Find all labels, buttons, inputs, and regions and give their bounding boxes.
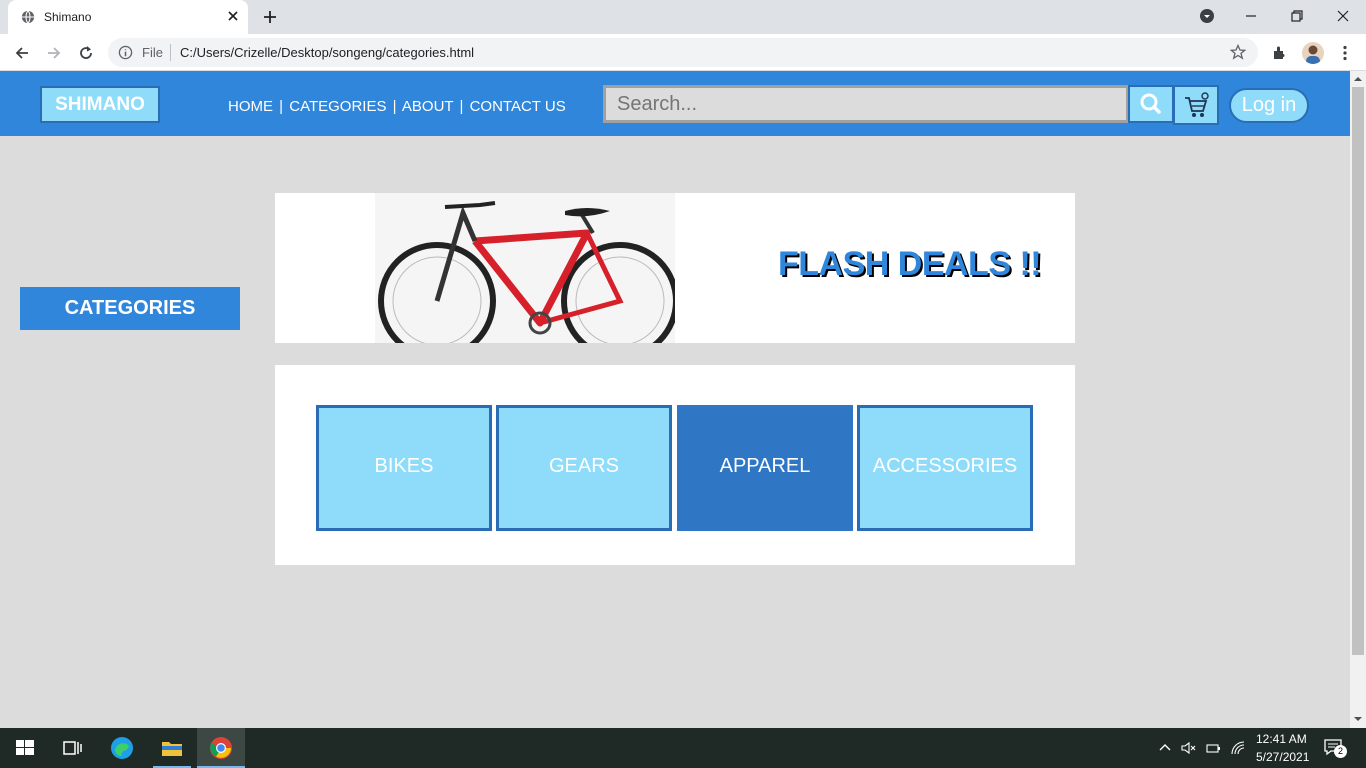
search-input[interactable] — [603, 85, 1129, 123]
battery-icon[interactable] — [1205, 740, 1221, 756]
reload-icon[interactable] — [77, 44, 95, 62]
windows-taskbar: 12:41 AM 5/27/2021 2 — [0, 728, 1366, 768]
url-scheme: File — [142, 45, 163, 60]
main-nav: HOME | CATEGORIES | ABOUT | CONTACT US — [228, 98, 566, 115]
url-text[interactable]: C:/Users/Crizelle/Desktop/songeng/catego… — [180, 45, 474, 60]
site-header: SHIMANO HOME | CATEGORIES | ABOUT | CONT… — [0, 71, 1350, 136]
forward-icon[interactable] — [45, 44, 63, 62]
close-tab-icon[interactable] — [226, 9, 240, 23]
categories-heading: CATEGORIES — [20, 287, 240, 330]
info-icon[interactable] — [118, 45, 133, 60]
file-explorer-icon[interactable] — [160, 736, 184, 760]
category-accessories[interactable]: ACCESSORIES — [857, 405, 1033, 531]
chrome-taskbar-button[interactable] — [197, 728, 245, 768]
scroll-up-icon[interactable] — [1353, 74, 1363, 84]
edge-browser-icon[interactable] — [110, 736, 134, 760]
extensions-icon[interactable] — [1271, 44, 1289, 62]
nav-home[interactable]: HOME — [228, 98, 273, 115]
search-button[interactable] — [1128, 85, 1174, 123]
tab-title: Shimano — [44, 10, 92, 24]
user-icon — [1306, 45, 1320, 64]
browser-tab-strip: Shimano — [0, 0, 1366, 34]
flash-deals-banner: FLASH DEALS !! — [275, 193, 1075, 343]
task-view-icon[interactable] — [60, 736, 84, 760]
action-center-button[interactable]: 2 — [1323, 738, 1347, 760]
browser-tab[interactable]: Shimano — [8, 0, 248, 34]
chrome-icon — [210, 737, 232, 759]
browser-toolbar: File C:/Users/Crizelle/Desktop/songeng/c… — [0, 34, 1366, 71]
category-gears[interactable]: GEARS — [496, 405, 672, 531]
page-viewport: SHIMANO HOME | CATEGORIES | ABOUT | CONT… — [0, 71, 1350, 728]
login-button[interactable]: Log in — [1229, 88, 1309, 123]
search-icon — [1140, 93, 1161, 114]
address-bar[interactable]: File C:/Users/Crizelle/Desktop/songeng/c… — [108, 38, 1258, 67]
scroll-down-icon[interactable] — [1353, 714, 1363, 724]
volume-muted-icon[interactable] — [1180, 740, 1196, 756]
clock-date[interactable]: 5/27/2021 — [1256, 750, 1309, 764]
restore-icon[interactable] — [1289, 8, 1305, 24]
flash-deals-text: FLASH DEALS !! — [778, 245, 1042, 283]
new-tab-icon[interactable] — [262, 9, 278, 25]
category-apparel[interactable]: APPAREL — [677, 405, 853, 531]
cart-button[interactable] — [1173, 85, 1219, 125]
bookmark-star-icon[interactable] — [1230, 44, 1246, 60]
page-scrollbar[interactable] — [1350, 71, 1366, 728]
globe-icon — [21, 10, 35, 24]
nav-separator: | — [279, 98, 284, 115]
nav-contact-us[interactable]: CONTACT US — [470, 98, 566, 115]
close-window-icon[interactable] — [1335, 8, 1351, 24]
menu-dots-icon[interactable] — [1336, 44, 1354, 62]
profile-avatar[interactable] — [1302, 42, 1324, 64]
site-logo[interactable]: SHIMANO — [40, 86, 160, 123]
minimize-icon[interactable] — [1243, 8, 1259, 24]
notification-badge: 2 — [1334, 745, 1347, 758]
tab-search-icon[interactable] — [1199, 8, 1215, 24]
categories-panel: BIKES GEARS APPAREL ACCESSORIES — [275, 365, 1075, 565]
chevron-up-icon[interactable] — [1157, 740, 1173, 756]
bike-image — [375, 193, 679, 343]
back-icon[interactable] — [13, 44, 31, 62]
windows-start-icon[interactable] — [13, 736, 37, 760]
clock-time[interactable]: 12:41 AM — [1256, 732, 1307, 746]
divider — [170, 44, 171, 61]
scrollbar-thumb[interactable] — [1352, 87, 1364, 655]
bicycle-illustration — [378, 201, 679, 343]
nav-categories[interactable]: CATEGORIES — [289, 98, 386, 115]
nav-separator: | — [392, 98, 397, 115]
nav-about[interactable]: ABOUT — [402, 98, 453, 115]
category-bikes[interactable]: BIKES — [316, 405, 492, 531]
cart-icon — [1185, 92, 1209, 117]
wifi-icon[interactable] — [1230, 740, 1246, 756]
nav-separator: | — [459, 98, 464, 115]
